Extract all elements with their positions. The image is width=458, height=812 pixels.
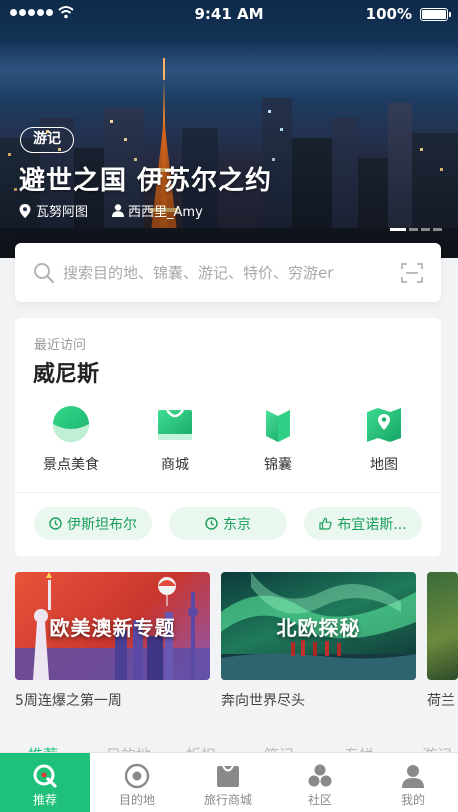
carousel-dot <box>409 228 418 231</box>
history-chip-tokyo[interactable]: 东京 <box>169 507 287 540</box>
hero-location: 瓦努阿图 <box>36 205 89 220</box>
history-chip-istanbul[interactable]: 伊斯坦布尔 <box>34 507 152 540</box>
carousel-dot <box>421 228 430 231</box>
hero-title[interactable]: 避世之国 伊苏尔之约 <box>19 160 272 197</box>
search-icon <box>34 263 55 284</box>
recent-visit-label: 最近访问 <box>34 338 87 353</box>
card-divider <box>15 492 441 493</box>
topic-card[interactable]: 荷兰 <box>427 572 458 710</box>
search-placeholder: 搜索目的地、锦囊、游记、特价、穷游er <box>63 264 334 282</box>
nav-label: 社区 <box>307 793 332 807</box>
recommend-icon <box>33 764 57 788</box>
scan-icon[interactable] <box>401 262 423 284</box>
quick-link-label: 商城 <box>161 457 189 473</box>
hero-meta: 瓦努阿图 西西里_Amy <box>19 201 203 220</box>
topic-image: 欧美澳新专题 <box>15 572 210 680</box>
quick-link-map[interactable]: 地图 <box>343 404 425 474</box>
hero-banner[interactable]: 9:41 AM 100% 游记 避世之国 伊苏尔之约 瓦努阿图 西西里_Amy <box>0 0 458 258</box>
clock-icon <box>205 517 218 530</box>
nav-profile[interactable]: 我的 <box>368 753 458 812</box>
quick-link-label: 锦囊 <box>264 457 292 473</box>
mall-bag-icon <box>158 409 192 440</box>
carousel-dot <box>433 228 442 231</box>
carousel-indicator <box>390 228 442 231</box>
nav-community[interactable]: 社区 <box>275 753 365 812</box>
feed-tabs: 推荐 目的地 折扣 笔记 专栏 游记 <box>0 732 458 764</box>
nav-label: 推荐 <box>32 793 57 807</box>
history-chip-buenos-aires[interactable]: 布宜诺斯... <box>304 507 422 540</box>
quick-link-label: 景点美食 <box>43 457 99 473</box>
hero-author[interactable]: 西西里_Amy <box>128 201 203 220</box>
location-pin-icon <box>19 203 31 218</box>
topic-image <box>427 572 458 680</box>
history-chip-label: 伊斯坦布尔 <box>67 516 137 533</box>
hero-category-tag: 游记 <box>20 127 74 153</box>
quick-link-guidebook[interactable]: 锦囊 <box>237 404 319 474</box>
topic-caption: 荷兰 <box>427 693 455 709</box>
topic-card[interactable]: 北欧探秘 奔向世界尽头 <box>221 572 416 710</box>
profile-icon <box>402 765 424 788</box>
shop-bag-icon <box>217 765 239 787</box>
recent-visit-card: 最近访问 威尼斯 景点美食 商城 锦囊 地图 伊斯坦布尔 东京 布宜诺斯... <box>15 318 441 556</box>
nav-label: 目的地 <box>118 793 155 807</box>
quick-link-label: 地图 <box>370 457 398 473</box>
history-chip-label: 东京 <box>223 516 251 533</box>
map-pin-icon <box>367 408 401 442</box>
nav-recommend[interactable]: 推荐 <box>0 753 90 812</box>
battery-icon <box>420 8 451 21</box>
destination-icon <box>124 763 150 789</box>
guidebook-icon <box>266 410 290 442</box>
topic-caption: 奔向世界尽头 <box>221 693 305 709</box>
topic-caption: 5周连爆之第一周 <box>15 693 122 709</box>
bottom-nav: 推荐 目的地 旅行商城 社区 我的 <box>0 752 458 812</box>
nav-travel-shop[interactable]: 旅行商城 <box>183 753 273 812</box>
quick-link-sight-food[interactable]: 景点美食 <box>30 404 112 474</box>
sight-food-icon <box>53 406 89 442</box>
status-bar: 9:41 AM 100% <box>0 0 458 28</box>
topic-card[interactable]: 欧美澳新专题 5周连爆之第一周 <box>15 572 210 710</box>
topic-title: 北欧探秘 <box>276 616 361 640</box>
community-icon <box>308 764 332 787</box>
quick-link-mall[interactable]: 商城 <box>134 404 216 474</box>
thumbs-up-icon <box>319 517 332 530</box>
topic-title: 欧美澳新专题 <box>49 616 176 640</box>
user-icon <box>112 204 125 217</box>
nav-destination[interactable]: 目的地 <box>92 753 182 812</box>
topic-image: 北欧探秘 <box>221 572 416 680</box>
nav-label: 我的 <box>400 793 425 807</box>
recent-city-name[interactable]: 威尼斯 <box>33 356 99 388</box>
clock-icon <box>49 517 62 530</box>
search-bar[interactable]: 搜索目的地、锦囊、游记、特价、穷游er <box>15 243 441 302</box>
history-chip-label: 布宜诺斯... <box>337 516 407 533</box>
battery-percent: 100% <box>365 5 412 23</box>
nav-label: 旅行商城 <box>203 793 252 807</box>
carousel-dot <box>390 228 406 231</box>
